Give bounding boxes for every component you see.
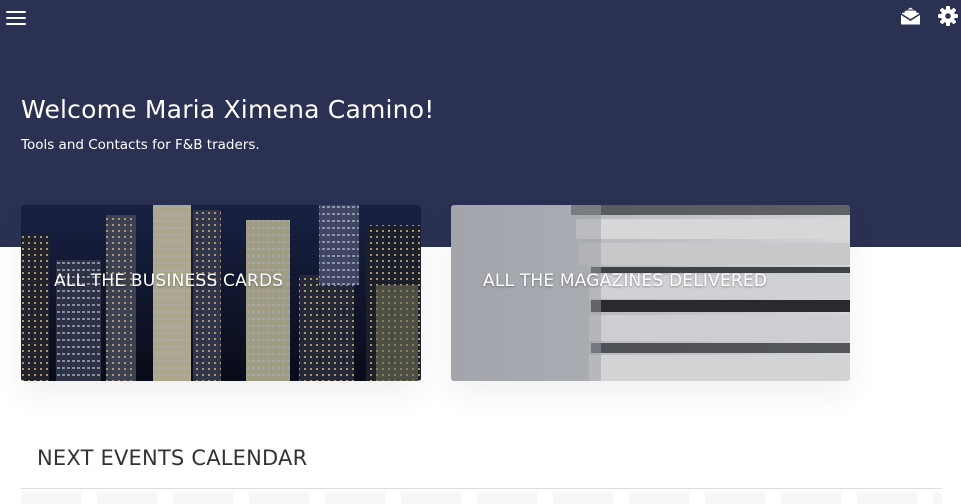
events-section-title: NEXT EVENTS CALENDAR (37, 446, 308, 470)
events-preview-strip (21, 492, 942, 504)
page: Welcome Maria Ximena Camino! Tools and C… (0, 0, 961, 504)
welcome-heading: Welcome Maria Ximena Camino! (21, 95, 435, 124)
envelope-open-icon[interactable] (900, 6, 921, 26)
hero-subtitle: Tools and Contacts for F&B traders. (21, 137, 260, 153)
divider (21, 488, 942, 489)
card-label: ALL THE MAGAZINES DELIVERED (483, 271, 768, 291)
magazines-card[interactable]: ALL THE MAGAZINES DELIVERED (451, 205, 850, 381)
hamburger-menu-icon[interactable] (6, 9, 27, 27)
card-label: ALL THE BUSINESS CARDS (54, 271, 284, 291)
magazine-stack-image (451, 205, 850, 381)
business-cards-card[interactable]: ALL THE BUSINESS CARDS (21, 205, 421, 381)
city-skyline-image (21, 205, 421, 381)
gear-icon[interactable] (938, 6, 958, 26)
